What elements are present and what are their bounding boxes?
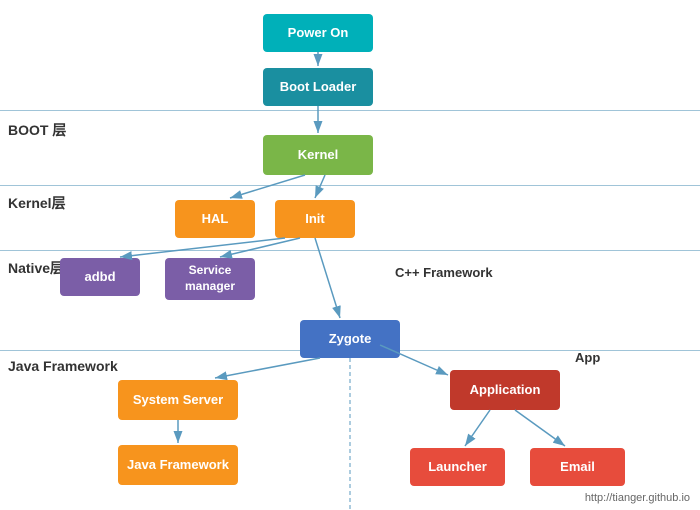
native-layer-line <box>0 250 700 251</box>
hal-box: HAL <box>175 200 255 238</box>
zygote-box: Zygote <box>300 320 400 358</box>
launcher-box: Launcher <box>410 448 505 486</box>
adbd-box: adbd <box>60 258 140 296</box>
kernel-box: Kernel <box>263 135 373 175</box>
boot-layer-line <box>0 110 700 111</box>
boot-loader-box: Boot Loader <box>263 68 373 106</box>
kernel-label: Kernel层 <box>8 193 66 213</box>
native-label: Native层 <box>8 258 64 278</box>
footer-url: http://tianger.github.io <box>585 492 690 504</box>
service-manager-box: Servicemanager <box>165 258 255 300</box>
email-box: Email <box>530 448 625 486</box>
system-server-box: System Server <box>118 380 238 420</box>
application-box: Application <box>450 370 560 410</box>
power-on-box: Power On <box>263 14 373 52</box>
app-label: App <box>575 350 600 365</box>
java-framework-box: Java Framework <box>118 445 238 485</box>
java-label: Java Framework <box>8 358 118 374</box>
init-box: Init <box>275 200 355 238</box>
kernel-layer-line <box>0 185 700 186</box>
cpp-framework-label: C++ Framework <box>395 265 493 280</box>
boot-label: BOOT 层 <box>8 120 66 140</box>
